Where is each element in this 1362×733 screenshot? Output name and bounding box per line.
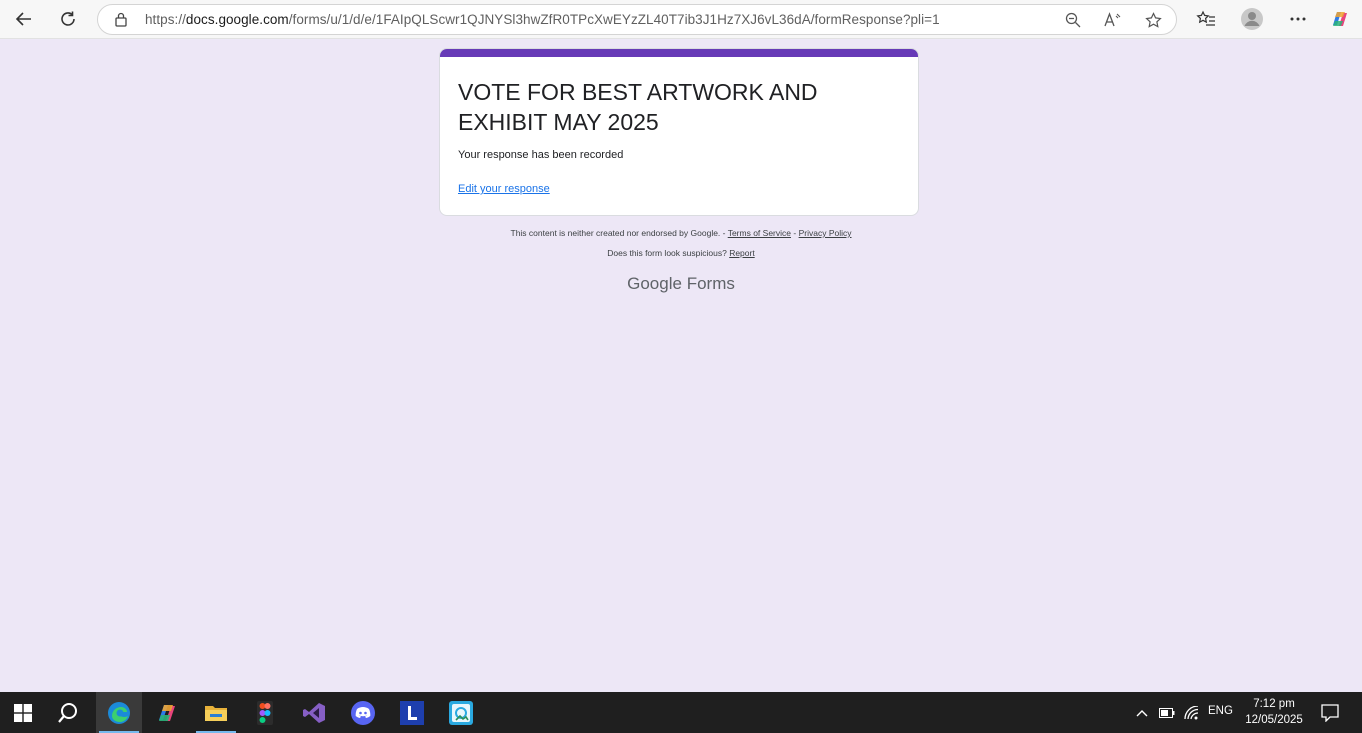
footer-disclaimer: This content is neither created nor endo…	[0, 228, 1362, 238]
taskbar-l-app-button[interactable]	[389, 692, 435, 733]
refresh-icon	[61, 11, 75, 26]
url-host: docs.google.com	[185, 12, 289, 27]
start-button[interactable]	[0, 692, 46, 733]
privacy-policy-link[interactable]: Privacy Policy	[799, 228, 852, 238]
clock[interactable]: 7:12 pm 12/05/2025	[1240, 696, 1308, 728]
suspicious-text: Does this form look suspicious?	[607, 248, 727, 258]
terms-of-service-link[interactable]: Terms of Service	[728, 228, 791, 238]
taskbar-figma-button[interactable]	[242, 692, 288, 733]
language-indicator[interactable]: ENG	[1208, 705, 1233, 717]
taskbar-discord-button[interactable]	[340, 692, 386, 733]
report-link[interactable]: Report	[729, 248, 755, 258]
browser-toolbar: https://docs.google.com/forms/u/1/d/e/1F…	[0, 0, 1362, 39]
more-dots-icon	[1290, 17, 1306, 21]
form-response-card: VOTE FOR BEST ARTWORK AND EXHIBIT MAY 20…	[439, 48, 919, 216]
form-page: VOTE FOR BEST ARTWORK AND EXHIBIT MAY 20…	[0, 40, 1362, 690]
lock-icon[interactable]	[114, 12, 128, 32]
favorites-button[interactable]	[1191, 5, 1221, 33]
logo-forms-text: Forms	[686, 274, 735, 293]
edge-icon	[108, 701, 130, 724]
windows-taskbar: ENG 7:12 pm 12/05/2025	[0, 692, 1362, 733]
read-aloud-icon[interactable]	[1102, 10, 1124, 30]
notification-center-button[interactable]	[1310, 692, 1350, 733]
taskbar-edge-button[interactable]	[96, 692, 142, 733]
back-button[interactable]	[9, 5, 39, 33]
photos-app-icon	[449, 700, 473, 725]
copilot-button[interactable]	[1325, 5, 1355, 33]
profile-avatar-icon	[1241, 8, 1263, 30]
taskbar-search-button[interactable]	[45, 692, 91, 733]
edit-response-link[interactable]: Edit your response	[458, 183, 550, 195]
wifi-icon	[1184, 705, 1199, 719]
zoom-icon[interactable]	[1062, 10, 1084, 30]
network-status[interactable]	[1180, 692, 1204, 733]
battery-status[interactable]	[1155, 692, 1179, 733]
copilot-icon	[1333, 12, 1347, 26]
taskbar-file-explorer-button[interactable]	[193, 692, 239, 733]
clock-date: 12/05/2025	[1245, 714, 1303, 726]
google-forms-logo[interactable]: Google Forms	[0, 274, 1362, 294]
confirmation-message: Your response has been recorded	[458, 149, 624, 161]
url-text[interactable]: https://docs.google.com/forms/u/1/d/e/1F…	[145, 12, 940, 27]
search-icon	[58, 702, 77, 723]
discord-icon	[351, 700, 375, 725]
profile-button[interactable]	[1237, 5, 1267, 33]
favorite-star-icon[interactable]	[1142, 10, 1164, 30]
address-bar[interactable]: https://docs.google.com/forms/u/1/d/e/1F…	[97, 4, 1177, 35]
chevron-up-icon	[1136, 709, 1148, 716]
notification-icon	[1321, 703, 1339, 722]
visual-studio-icon	[303, 702, 325, 723]
more-options-button[interactable]	[1283, 5, 1313, 33]
footer-separator: -	[793, 228, 797, 238]
footer-report: Does this form look suspicious? Report	[0, 248, 1362, 258]
file-explorer-icon	[205, 705, 227, 721]
favorites-list-icon	[1196, 10, 1215, 26]
disclaimer-text: This content is neither created nor endo…	[510, 228, 726, 238]
url-prefix: https://	[145, 12, 186, 27]
logo-google-text: Google	[627, 274, 682, 293]
l-app-icon	[400, 700, 424, 725]
back-arrow-icon	[15, 12, 31, 26]
taskbar-visual-studio-button[interactable]	[291, 692, 337, 733]
taskbar-photos-app-button[interactable]	[438, 692, 484, 733]
copilot-icon	[159, 704, 175, 721]
url-path: /forms/u/1/d/e/1FAIpQLScwr1QJNYSl3hwZfR0…	[288, 12, 940, 27]
show-hidden-icons-button[interactable]	[1130, 692, 1154, 733]
figma-icon	[257, 700, 273, 725]
clock-time: 7:12 pm	[1253, 698, 1295, 710]
form-accent-bar	[440, 49, 918, 57]
refresh-button[interactable]	[53, 5, 83, 33]
taskbar-copilot-button[interactable]	[144, 692, 190, 733]
form-title: VOTE FOR BEST ARTWORK AND EXHIBIT MAY 20…	[458, 79, 818, 135]
start-icon	[14, 703, 32, 722]
battery-icon	[1159, 707, 1175, 718]
